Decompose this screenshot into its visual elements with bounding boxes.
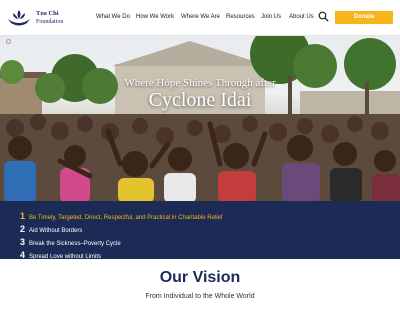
nav-what-we-do[interactable]: What We Do — [96, 14, 130, 20]
search-icon[interactable] — [318, 11, 329, 22]
brand-line1: Tzu Chi — [36, 10, 59, 17]
principle-item[interactable]: 4 Spread Love without Limits — [20, 245, 101, 260]
nav-how-we-work[interactable]: How We Work — [136, 14, 174, 20]
nav-where-we-are[interactable]: Where We Are — [181, 14, 220, 20]
hero-title-line1: Where Hope Shines Through after — [124, 77, 276, 89]
lotus-boat-logo-icon[interactable] — [6, 8, 32, 28]
principle-item[interactable]: 2 Aid Without Borders — [20, 219, 82, 234]
slide-indicator[interactable] — [6, 39, 11, 44]
principles-band: 1 Be Timely, Targeted, Direct, Respectful… — [0, 201, 400, 260]
hero-title-line2: Cyclone Idai — [148, 89, 252, 111]
nav-resources[interactable]: Resources — [226, 14, 255, 20]
brand-name[interactable]: Tzu Chi Foundation — [36, 10, 63, 26]
nav-about-us[interactable]: About Us — [289, 14, 314, 20]
vision-subtitle: From Individual to the Whole World — [145, 293, 255, 300]
vision-title: Our Vision — [159, 269, 241, 286]
hero-banner[interactable]: Where Hope Shines Through after Cyclone … — [0, 36, 400, 201]
hero-photo — [0, 36, 400, 201]
site-header: Tzu Chi Foundation What We Do How We Wor… — [0, 0, 400, 36]
donate-button[interactable]: Donate — [335, 11, 393, 24]
vision-section: Our Vision From Individual to the Whole … — [0, 259, 400, 321]
nav-join-us[interactable]: Join Us — [261, 14, 281, 20]
brand-line2: Foundation — [36, 19, 64, 25]
principle-item[interactable]: 3 Break the Sickness–Poverty Cycle — [20, 232, 121, 247]
principle-item[interactable]: 1 Be Timely, Targeted, Direct, Respectful… — [20, 206, 223, 221]
